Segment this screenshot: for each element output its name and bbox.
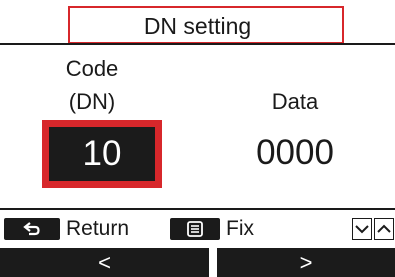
- code-value-field[interactable]: 10: [42, 120, 162, 188]
- page-title: DN setting: [143, 13, 252, 39]
- left-button[interactable]: <: [0, 248, 209, 277]
- up-down-keys: [352, 218, 394, 240]
- fix-label: Fix: [226, 217, 254, 240]
- return-label: Return: [66, 217, 130, 240]
- up-button[interactable]: [374, 218, 394, 240]
- down-button[interactable]: [352, 218, 372, 240]
- chevron-down-icon: [355, 225, 369, 234]
- header-divider: [0, 43, 395, 45]
- dn-label: (DN): [68, 89, 116, 114]
- controller-screen: DN setting Code (DN) Data 10 0000 Return…: [0, 0, 395, 277]
- fix-button[interactable]: [170, 218, 220, 240]
- return-arrow-icon: [23, 222, 40, 236]
- nav-row: < >: [0, 248, 395, 277]
- footer-divider: [0, 208, 395, 210]
- soft-key-row: Return Fix: [0, 217, 395, 243]
- code-label: Code: [65, 56, 119, 81]
- return-button[interactable]: [4, 218, 60, 240]
- chevron-up-icon: [377, 224, 391, 233]
- data-value-field[interactable]: 0000: [220, 133, 370, 173]
- code-value: 10: [49, 127, 155, 181]
- data-label: Data: [271, 89, 319, 114]
- menu-icon: [187, 221, 203, 237]
- right-button[interactable]: >: [217, 248, 395, 277]
